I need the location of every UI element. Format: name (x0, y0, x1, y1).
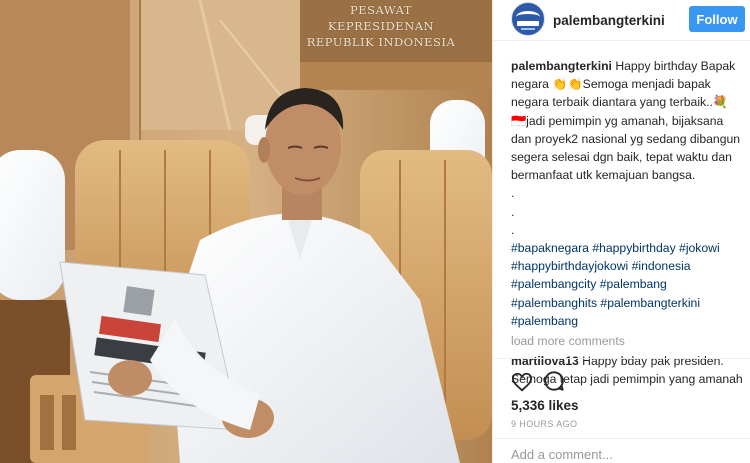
follow-button[interactable]: Follow (689, 6, 745, 32)
load-more-comments-link[interactable]: load more comments (511, 332, 745, 350)
plaque-text: PESAWAT KEPRESIDENAN REPUBLIK INDONESIA (296, 2, 466, 50)
comment-list: palembangterkini Happy birthday Bapak ne… (511, 57, 745, 388)
post-timestamp: 9 HOURS AGO (511, 419, 578, 429)
comment-username[interactable]: martilova13 (511, 354, 579, 368)
add-comment-input[interactable] (511, 444, 741, 463)
photo-illustration (0, 0, 492, 463)
like-count[interactable]: 5,336 likes (511, 398, 579, 413)
post-actions: 5,336 likes 9 HOURS AGO (493, 358, 750, 429)
heart-icon[interactable] (511, 371, 533, 393)
post-sidebar: palembangterkini Follow palembangterkini… (492, 0, 750, 463)
post-photo[interactable]: PESAWAT KEPRESIDENAN REPUBLIK INDONESIA (0, 0, 492, 463)
caption-hashtags[interactable]: #bapaknegara #happybirthday #jokowi #hap… (511, 239, 745, 330)
caption: palembangterkini Happy birthday Bapak ne… (511, 57, 745, 239)
avatar[interactable] (511, 2, 545, 36)
news-logo-bar (517, 21, 539, 26)
caption-text: Happy birthday Bapak negara 👏👏Semoga men… (511, 59, 741, 237)
header-username[interactable]: palembangterkini (553, 13, 665, 28)
plaque-line-2: REPUBLIK INDONESIA (306, 35, 456, 49)
add-comment-bar (493, 438, 750, 463)
news-logo-underline (521, 28, 535, 30)
post-header: palembangterkini Follow (493, 0, 750, 41)
caption-username[interactable]: palembangterkini (511, 59, 612, 73)
comment-bubble-icon[interactable] (543, 370, 565, 392)
plaque-line-1: PESAWAT KEPRESIDENAN (327, 3, 435, 33)
